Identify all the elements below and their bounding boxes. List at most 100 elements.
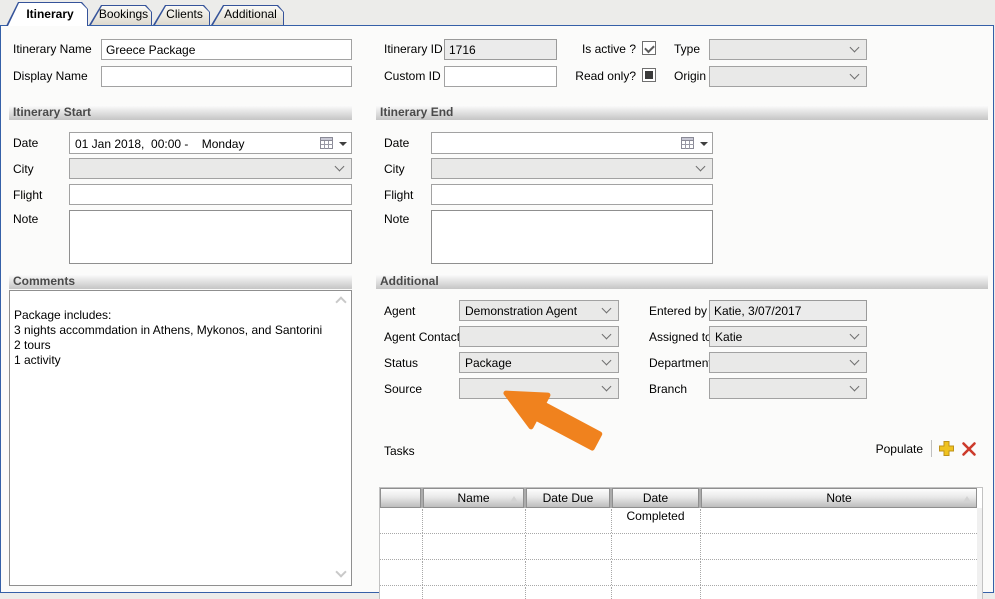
comments-text: Package includes: 3 nights accommdation … (14, 308, 322, 367)
tasks-table: Name Date Due Date Completed Note (379, 487, 983, 599)
chevron-down-icon (602, 382, 612, 392)
entered-by-label: Entered by (649, 305, 707, 318)
agent-label: Agent (384, 305, 415, 318)
chevron-down-icon (602, 356, 612, 366)
start-city-label: City (13, 163, 34, 176)
start-note-label: Note (13, 213, 38, 226)
start-date-field[interactable]: 01 Jan 2018, 00:00 - Monday (69, 132, 352, 154)
entered-by-input (709, 300, 867, 321)
assigned-to-label: Assigned to (649, 331, 712, 344)
tab-clients[interactable]: Clients (153, 5, 210, 25)
branch-label: Branch (649, 383, 687, 396)
is-active-checkbox[interactable] (642, 41, 656, 55)
agent-contact-label: Agent Contact (384, 331, 460, 344)
calendar-icon[interactable] (320, 136, 348, 151)
column-header-name[interactable]: Name (423, 488, 524, 508)
origin-combo[interactable] (709, 66, 867, 87)
is-active-label: Is active ? (556, 43, 636, 56)
assigned-to-combo[interactable]: Katie (709, 326, 867, 347)
start-note-textarea[interactable] (69, 210, 352, 264)
start-flight-label: Flight (13, 189, 42, 202)
delete-task-button[interactable] (961, 441, 977, 457)
chevron-down-icon (696, 162, 706, 172)
column-header-date-due[interactable]: Date Due (526, 488, 610, 508)
delete-x-icon (961, 441, 977, 457)
populate-button[interactable]: Populate (871, 443, 923, 456)
end-note-textarea[interactable] (431, 210, 713, 264)
tab-bookings[interactable]: Bookings (89, 5, 152, 25)
scroll-up-icon[interactable] (335, 296, 346, 307)
sort-indicator-icon (963, 496, 971, 502)
chevron-down-icon (602, 330, 612, 340)
column-header-row-selector[interactable] (380, 488, 421, 508)
chevron-down-icon (850, 382, 860, 392)
agent-contact-combo[interactable] (459, 326, 619, 347)
start-flight-input[interactable] (69, 184, 352, 205)
tasks-label: Tasks (384, 445, 415, 458)
itinerary-start-section-header: Itinerary Start (9, 105, 352, 120)
display-name-label: Display Name (13, 70, 88, 83)
table-row[interactable] (380, 509, 977, 534)
custom-id-input[interactable] (444, 66, 557, 87)
agent-value: Demonstration Agent (465, 304, 577, 318)
department-label: Department (649, 357, 712, 370)
chevron-down-icon (850, 70, 860, 80)
column-header-label: Date Due (543, 491, 594, 505)
source-label: Source (384, 383, 422, 396)
chevron-down-icon (850, 330, 860, 340)
itinerary-name-input[interactable] (101, 39, 352, 60)
end-flight-label: Flight (384, 189, 413, 202)
end-date-field[interactable] (431, 132, 713, 154)
itinerary-name-label: Itinerary Name (13, 43, 92, 56)
comments-section-header: Comments (9, 274, 352, 289)
tab-itinerary[interactable]: Itinerary (6, 2, 88, 26)
source-combo[interactable] (459, 378, 619, 399)
table-scrollbar-track[interactable] (977, 508, 983, 599)
end-city-label: City (384, 163, 405, 176)
scroll-down-icon[interactable] (335, 566, 346, 577)
table-row[interactable] (380, 587, 977, 599)
dropdown-caret-icon (700, 142, 708, 146)
calendar-icon[interactable] (681, 136, 709, 151)
column-header-label: Note (826, 491, 851, 505)
chevron-down-icon (602, 304, 612, 314)
column-header-note[interactable]: Note (701, 488, 977, 508)
itinerary-id-label: Itinerary ID (384, 43, 443, 56)
read-only-checkbox[interactable] (642, 68, 656, 82)
status-combo[interactable]: Package (459, 352, 619, 373)
tab-label: Bookings (95, 7, 152, 21)
itinerary-end-section-header: Itinerary End (376, 105, 988, 120)
tab-label: Additional (217, 7, 284, 21)
chevron-down-icon (850, 43, 860, 53)
end-flight-input[interactable] (431, 184, 713, 205)
app-window: Itinerary Bookings Clients Additional It… (0, 0, 995, 599)
itinerary-id-input (444, 39, 557, 60)
toolbar-separator (931, 440, 932, 457)
itinerary-tab-page: Itinerary Name Display Name Itinerary ID… (0, 25, 994, 593)
start-date-value: 01 Jan 2018, 00:00 - Monday (75, 137, 244, 151)
plus-icon (938, 440, 955, 457)
column-header-date-completed[interactable]: Date Completed (612, 488, 699, 508)
table-row[interactable] (380, 535, 977, 560)
add-task-button[interactable] (938, 440, 955, 457)
table-row[interactable] (380, 561, 977, 586)
agent-combo[interactable]: Demonstration Agent (459, 300, 619, 321)
start-date-label: Date (13, 137, 38, 150)
assigned-to-value: Katie (715, 330, 742, 344)
type-combo[interactable] (709, 39, 867, 60)
end-city-combo[interactable] (431, 158, 713, 179)
tab-additional[interactable]: Additional (211, 5, 284, 25)
branch-combo[interactable] (709, 378, 867, 399)
sort-indicator-icon (510, 496, 518, 502)
start-city-combo[interactable] (69, 158, 352, 179)
display-name-input[interactable] (101, 66, 352, 87)
department-combo[interactable] (709, 352, 867, 373)
end-note-label: Note (384, 213, 409, 226)
status-value: Package (465, 356, 512, 370)
comments-box[interactable]: Package includes: 3 nights accommdation … (9, 290, 352, 586)
type-label: Type (674, 43, 700, 56)
chevron-down-icon (335, 162, 345, 172)
tab-label: Clients (159, 7, 210, 21)
dropdown-caret-icon (339, 142, 347, 146)
status-label: Status (384, 357, 418, 370)
